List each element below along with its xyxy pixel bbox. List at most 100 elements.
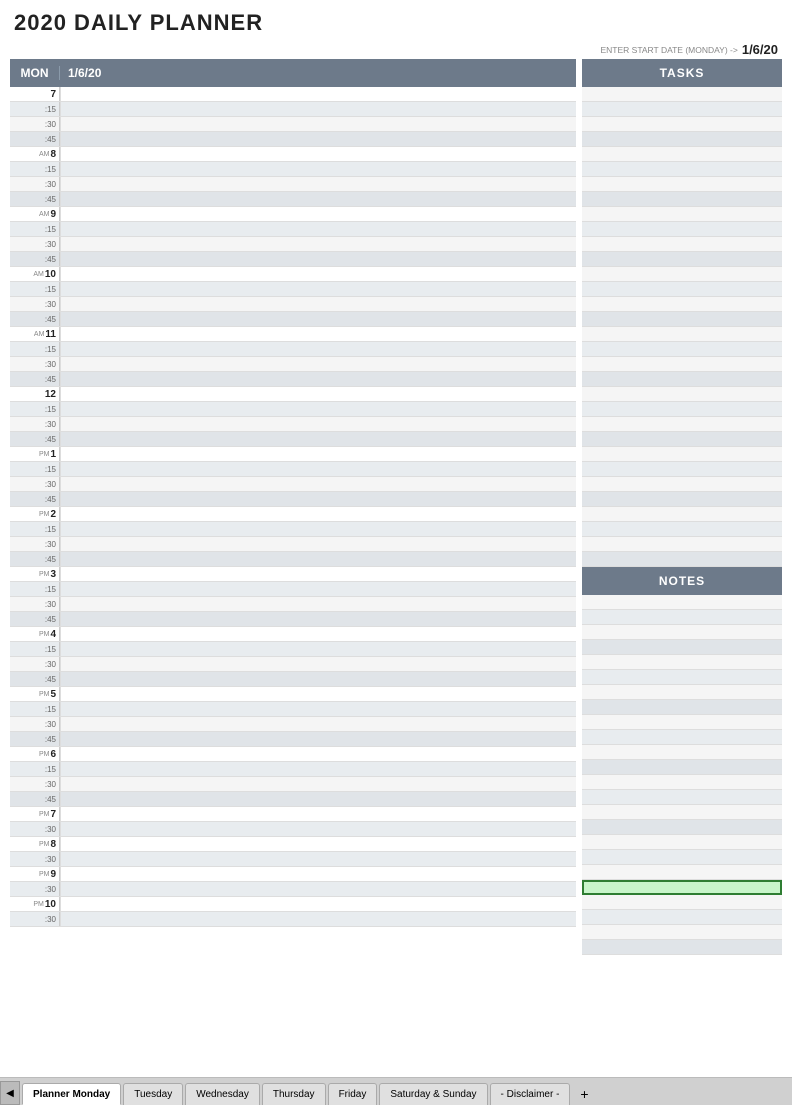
note-row[interactable]: [582, 865, 782, 880]
task-row[interactable]: [582, 162, 782, 177]
task-row[interactable]: [582, 237, 782, 252]
task-row[interactable]: [582, 342, 782, 357]
task-row[interactable]: [582, 387, 782, 402]
task-row[interactable]: [582, 147, 782, 162]
task-row[interactable]: [582, 357, 782, 372]
time-row[interactable]: :15: [10, 702, 576, 717]
tab-wednesday[interactable]: Wednesday: [185, 1083, 260, 1105]
time-row[interactable]: :45: [10, 492, 576, 507]
tab-thursday[interactable]: Thursday: [262, 1083, 326, 1105]
time-row[interactable]: :15: [10, 102, 576, 117]
time-row[interactable]: PM8: [10, 837, 576, 852]
task-row[interactable]: [582, 507, 782, 522]
task-row[interactable]: [582, 402, 782, 417]
time-row[interactable]: :45: [10, 732, 576, 747]
task-row[interactable]: [582, 372, 782, 387]
time-slot[interactable]: [60, 837, 576, 851]
time-slot[interactable]: [60, 507, 576, 521]
time-row[interactable]: :45: [10, 312, 576, 327]
time-row[interactable]: :45: [10, 612, 576, 627]
time-slot[interactable]: [60, 447, 576, 461]
tab-friday[interactable]: Friday: [328, 1083, 378, 1105]
task-row[interactable]: [582, 222, 782, 237]
time-row[interactable]: PM5: [10, 687, 576, 702]
note-row[interactable]: [582, 595, 782, 610]
time-row[interactable]: :30: [10, 717, 576, 732]
time-row[interactable]: :30: [10, 237, 576, 252]
tab-planner-monday[interactable]: Planner Monday: [22, 1083, 121, 1105]
tab-tuesday[interactable]: Tuesday: [123, 1083, 183, 1105]
time-row[interactable]: :45: [10, 552, 576, 567]
time-row[interactable]: :15: [10, 162, 576, 177]
time-row[interactable]: PM4: [10, 627, 576, 642]
time-row[interactable]: :45: [10, 432, 576, 447]
time-slot[interactable]: [60, 762, 576, 776]
task-row[interactable]: [582, 462, 782, 477]
time-slot[interactable]: [60, 732, 576, 746]
time-slot[interactable]: [60, 357, 576, 371]
time-row[interactable]: :30: [10, 852, 576, 867]
note-row[interactable]: [582, 685, 782, 700]
time-slot[interactable]: [60, 192, 576, 206]
time-slot[interactable]: [60, 672, 576, 686]
note-row[interactable]: [582, 790, 782, 805]
task-row[interactable]: [582, 297, 782, 312]
time-slot[interactable]: [60, 87, 576, 101]
note-row[interactable]: [582, 880, 782, 895]
time-row[interactable]: :30: [10, 657, 576, 672]
note-row[interactable]: [582, 775, 782, 790]
time-slot[interactable]: [60, 177, 576, 191]
note-row[interactable]: [582, 940, 782, 955]
time-slot[interactable]: [60, 132, 576, 146]
tab-nav-left[interactable]: ◀: [0, 1081, 20, 1105]
time-slot[interactable]: [60, 462, 576, 476]
time-slot[interactable]: [60, 387, 576, 401]
time-slot[interactable]: [60, 522, 576, 536]
time-slot[interactable]: [60, 612, 576, 626]
task-row[interactable]: [582, 192, 782, 207]
time-slot[interactable]: [60, 207, 576, 221]
time-slot[interactable]: [60, 327, 576, 341]
time-slot[interactable]: [60, 777, 576, 791]
time-slot[interactable]: [60, 792, 576, 806]
task-row[interactable]: [582, 417, 782, 432]
note-row[interactable]: [582, 610, 782, 625]
time-slot[interactable]: [60, 702, 576, 716]
time-row[interactable]: 7: [10, 87, 576, 102]
time-row[interactable]: PM1: [10, 447, 576, 462]
time-slot[interactable]: [60, 282, 576, 296]
time-slot[interactable]: [60, 552, 576, 566]
time-row[interactable]: :45: [10, 792, 576, 807]
time-row[interactable]: :45: [10, 252, 576, 267]
time-slot[interactable]: [60, 567, 576, 581]
time-row[interactable]: :45: [10, 132, 576, 147]
time-slot[interactable]: [60, 657, 576, 671]
time-row[interactable]: :15: [10, 282, 576, 297]
time-row[interactable]: PM9: [10, 867, 576, 882]
time-row[interactable]: :30: [10, 882, 576, 897]
time-row[interactable]: :30: [10, 777, 576, 792]
task-row[interactable]: [582, 117, 782, 132]
note-row[interactable]: [582, 835, 782, 850]
time-slot[interactable]: [60, 747, 576, 761]
time-slot[interactable]: [60, 687, 576, 701]
time-slot[interactable]: [60, 402, 576, 416]
time-slot[interactable]: [60, 882, 576, 896]
time-slot[interactable]: [60, 807, 576, 821]
time-row[interactable]: :15: [10, 342, 576, 357]
time-slot[interactable]: [60, 222, 576, 236]
time-slot[interactable]: [60, 117, 576, 131]
time-row[interactable]: :30: [10, 417, 576, 432]
time-row[interactable]: :15: [10, 762, 576, 777]
task-row[interactable]: [582, 447, 782, 462]
time-row[interactable]: :30: [10, 117, 576, 132]
time-slot[interactable]: [60, 627, 576, 641]
task-row[interactable]: [582, 267, 782, 282]
time-row[interactable]: PM3: [10, 567, 576, 582]
task-row[interactable]: [582, 282, 782, 297]
task-row[interactable]: [582, 477, 782, 492]
task-row[interactable]: [582, 252, 782, 267]
note-row[interactable]: [582, 700, 782, 715]
task-row[interactable]: [582, 327, 782, 342]
time-row[interactable]: :15: [10, 642, 576, 657]
